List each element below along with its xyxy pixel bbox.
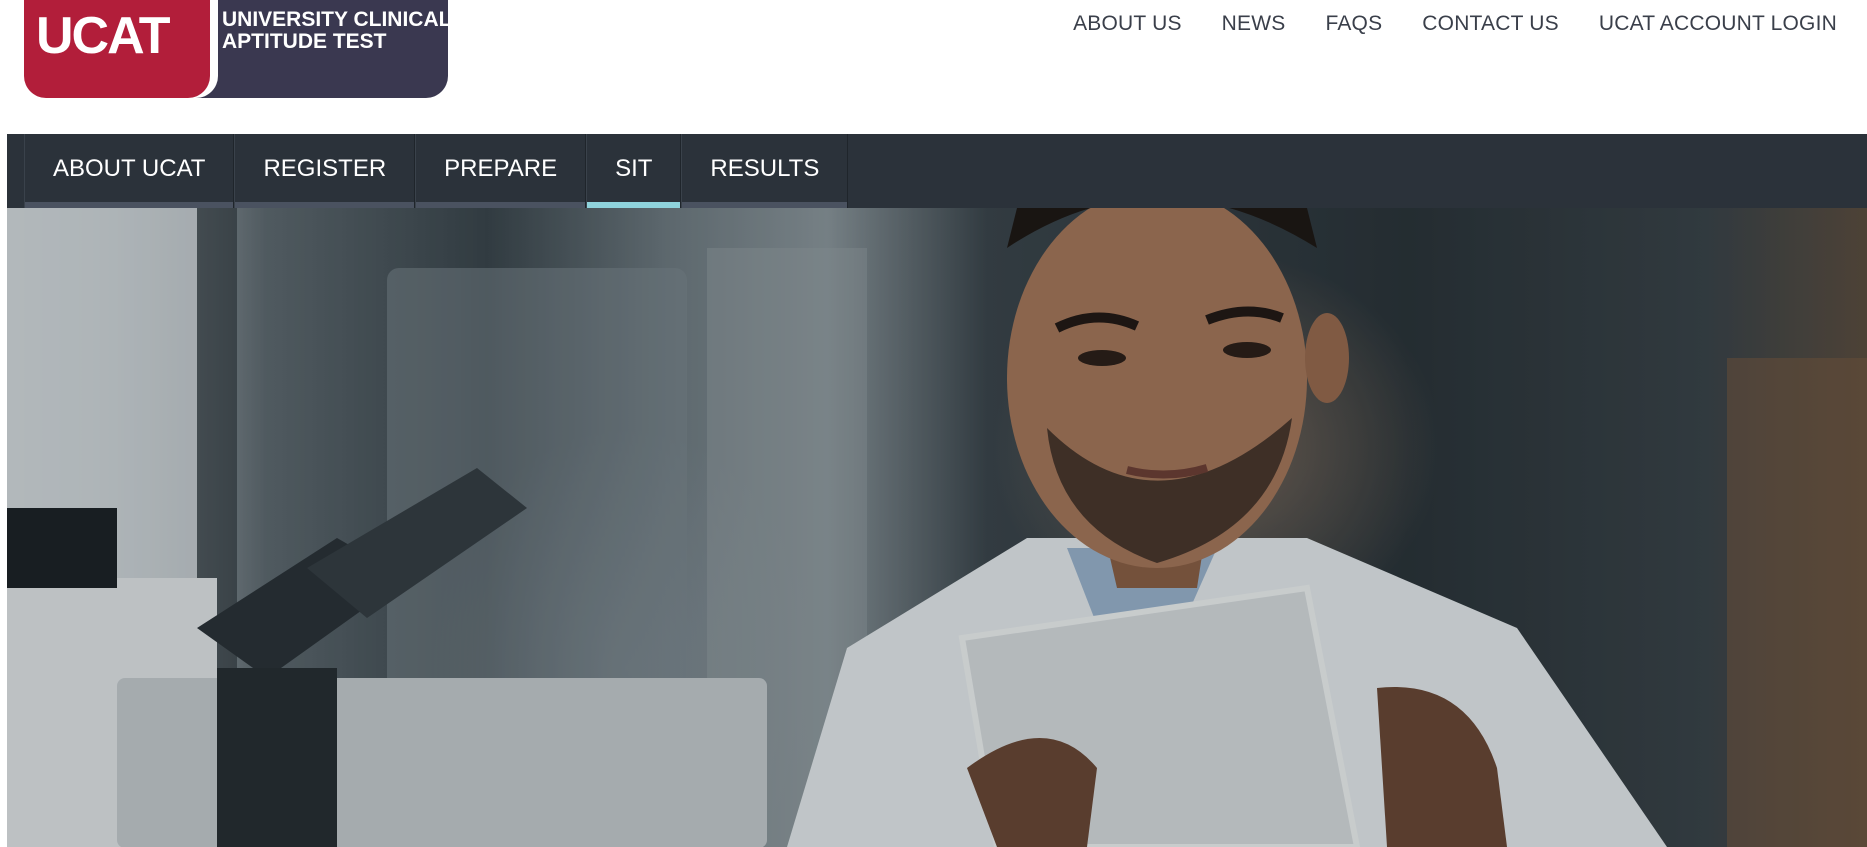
main-nav-link-register[interactable]: REGISTER [235, 134, 414, 202]
page: UCAT UNIVERSITY CLINICAL APTITUDE TEST A… [0, 0, 1867, 847]
utility-link-account-login[interactable]: UCAT ACCOUNT LOGIN [1599, 12, 1837, 35]
logo-mark-text: UCAT [36, 7, 171, 65]
ucat-logo[interactable]: UCAT UNIVERSITY CLINICAL APTITUDE TEST [24, 0, 452, 98]
hero-banner [7, 208, 1867, 847]
utility-link-news[interactable]: NEWS [1222, 12, 1286, 35]
utility-nav-item-news: NEWS [1222, 10, 1286, 38]
utility-nav-item-account-login: UCAT ACCOUNT LOGIN [1599, 10, 1837, 38]
main-nav-item-register: REGISTER [234, 134, 416, 208]
main-nav-list: ABOUT UCAT REGISTER PREPARE SIT RESULTS [7, 134, 1867, 208]
main-nav-item-prepare: PREPARE [415, 134, 587, 208]
main-nav-link-results[interactable]: RESULTS [682, 134, 847, 202]
utility-nav-item-faqs: FAQS [1325, 10, 1382, 38]
site-header: UCAT UNIVERSITY CLINICAL APTITUDE TEST A… [0, 0, 1867, 134]
utility-link-contact-us[interactable]: CONTACT US [1422, 12, 1559, 35]
utility-nav: ABOUT US NEWS FAQS CONTACT US UCAT ACCOU… [1073, 10, 1837, 38]
utility-nav-item-about-us: ABOUT US [1073, 10, 1182, 38]
main-nav-link-about-ucat[interactable]: ABOUT UCAT [25, 134, 233, 202]
logo-wordmark: UNIVERSITY CLINICAL APTITUDE TEST [184, 0, 452, 98]
utility-link-faqs[interactable]: FAQS [1325, 12, 1382, 35]
utility-nav-item-contact-us: CONTACT US [1422, 10, 1559, 38]
logo-mark: UCAT [24, 0, 210, 98]
logo-name-line-2: APTITUDE TEST [222, 30, 387, 53]
vignette-overlay [7, 208, 1867, 847]
hero-image [7, 208, 1867, 847]
main-nav-item-about-ucat: ABOUT UCAT [24, 134, 235, 208]
main-nav-link-sit[interactable]: SIT [587, 134, 680, 202]
main-nav-link-prepare[interactable]: PREPARE [416, 134, 585, 202]
main-nav-item-sit: SIT [586, 134, 682, 208]
utility-link-about-us[interactable]: ABOUT US [1073, 12, 1182, 35]
logo-name-line-1: UNIVERSITY CLINICAL [222, 8, 452, 31]
main-nav-item-results: RESULTS [681, 134, 849, 208]
main-nav: ABOUT UCAT REGISTER PREPARE SIT RESULTS [7, 134, 1867, 208]
